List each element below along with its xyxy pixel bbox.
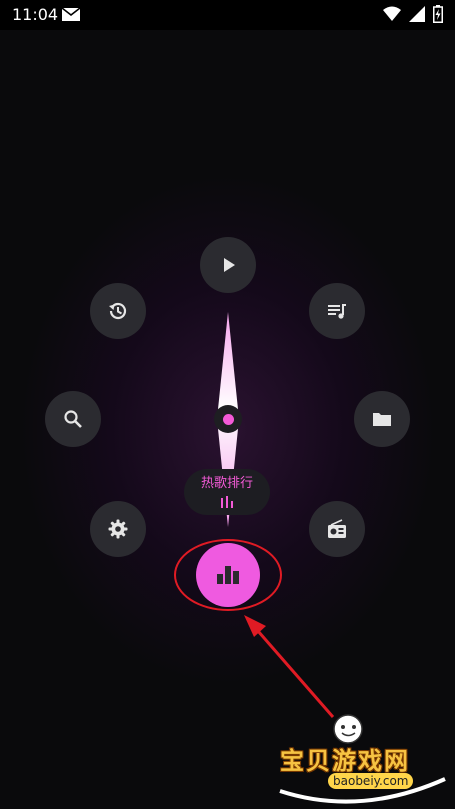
watermark: 宝贝游戏网 baobeiy.com xyxy=(270,705,455,809)
watermark-url: baobeiy.com xyxy=(328,773,414,789)
annotation-arrow xyxy=(244,615,335,718)
watermark-title: 宝贝游戏网 xyxy=(280,747,410,775)
